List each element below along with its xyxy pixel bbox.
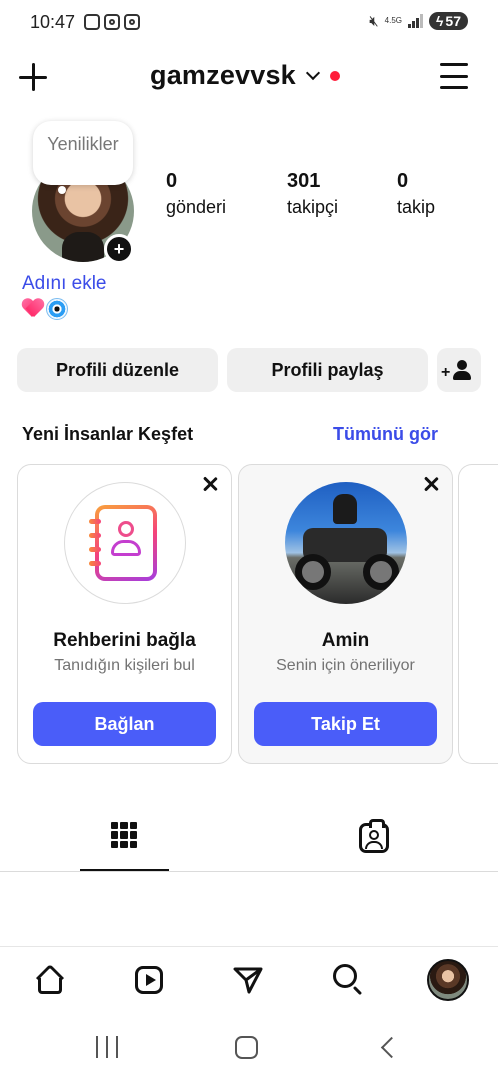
posts-label: gönderi	[166, 197, 227, 217]
followers-label: takipçi	[287, 197, 339, 217]
contact-book-icon	[89, 505, 157, 581]
home-icon	[35, 963, 65, 994]
battery-level: 57	[445, 13, 461, 29]
note-text: Yenilikler	[47, 134, 119, 154]
instagram-notification-icon	[124, 14, 140, 30]
nav-search[interactable]	[326, 958, 370, 1002]
status-right-icons: 🔇︎ 4.5G ϟ 57	[369, 12, 468, 30]
battery-indicator: ϟ 57	[429, 12, 468, 30]
back-icon[interactable]	[380, 1036, 403, 1059]
status-notification-icons	[84, 14, 140, 30]
nazar-eye-icon	[46, 298, 68, 320]
send-icon	[233, 967, 263, 994]
connect-button[interactable]: Bağlan	[33, 702, 216, 746]
note-bubble-tail	[58, 186, 66, 194]
note-bubble[interactable]: Yenilikler	[33, 121, 133, 185]
recent-apps-icon[interactable]	[96, 1036, 118, 1058]
mute-icon: 🔇︎	[369, 12, 379, 30]
card-title: Rehberini bağla	[53, 630, 196, 651]
charging-icon: ϟ	[436, 13, 444, 29]
add-name-link[interactable]: Adını ekle	[22, 273, 107, 295]
account-switcher[interactable]: gamzevvsk	[150, 60, 340, 91]
following-count: 0	[397, 170, 409, 192]
tab-posts-grid[interactable]	[80, 812, 169, 872]
add-story-plus-icon[interactable]: +	[104, 234, 134, 264]
discover-title: Yeni İnsanlar Keşfet	[22, 424, 194, 444]
signal-icon	[408, 14, 423, 28]
profile-username: gamzevvsk	[150, 60, 296, 90]
status-time: 10:47	[30, 12, 76, 32]
follow-button[interactable]: Takip Et	[254, 702, 437, 746]
suggestion-card-next[interactable]	[458, 464, 498, 764]
tab-tagged[interactable]	[330, 812, 419, 872]
posts-count: 0	[166, 170, 178, 192]
nav-home[interactable]	[28, 958, 72, 1002]
screenshot-icon	[84, 14, 100, 30]
followers-stat[interactable]: 301 takipçi	[287, 170, 338, 218]
create-plus-icon[interactable]	[16, 60, 50, 94]
system-home-icon[interactable]	[235, 1036, 258, 1059]
contacts-circle	[64, 482, 186, 604]
edit-profile-button[interactable]: Profili düzenle	[17, 348, 218, 392]
bio-emojis	[22, 298, 68, 320]
tagged-person-icon	[359, 819, 389, 853]
tabs-divider	[0, 871, 498, 872]
network-label: 4.5G	[384, 16, 402, 25]
notification-dot	[329, 70, 340, 81]
reels-icon	[135, 966, 163, 994]
card-subtitle: Tanıdığın kişileri bul	[54, 657, 195, 674]
following-stat[interactable]: 0 takip	[397, 170, 435, 218]
see-all-link[interactable]: Tümünü gör	[333, 424, 438, 445]
bottom-nav-divider	[0, 946, 498, 947]
grid-icon	[111, 822, 137, 848]
instagram-notification-icon	[104, 14, 120, 30]
card-subtitle: Senin için öneriliyor	[276, 657, 415, 674]
nav-reels[interactable]	[127, 958, 171, 1002]
close-icon[interactable]	[422, 475, 440, 493]
close-icon[interactable]	[201, 475, 219, 493]
followers-count: 301	[287, 170, 321, 192]
suggestion-card-contacts[interactable]: Rehberini bağla Tanıdığın kişileri bul B…	[17, 464, 232, 764]
share-profile-button[interactable]: Profili paylaş	[227, 348, 428, 392]
nav-profile-avatar[interactable]	[427, 959, 469, 1001]
search-icon	[333, 964, 357, 988]
hamburger-menu-icon[interactable]	[440, 63, 468, 89]
card-title: Amin	[321, 630, 370, 651]
chevron-down-icon	[305, 65, 320, 80]
status-bar: 10:47 🔇︎ 4.5G ϟ 57	[0, 0, 498, 48]
following-label: takip	[397, 197, 436, 217]
suggestion-card-user[interactable]: Amin Senin için öneriliyor Takip Et	[238, 464, 453, 764]
posts-stat[interactable]: 0 gönderi	[166, 170, 226, 218]
suggested-user-avatar[interactable]	[285, 482, 407, 604]
profile-header: gamzevvsk	[0, 52, 498, 104]
heart-icon	[22, 298, 44, 318]
discover-people-button[interactable]: +	[437, 348, 481, 392]
nav-messages[interactable]	[226, 958, 270, 1002]
